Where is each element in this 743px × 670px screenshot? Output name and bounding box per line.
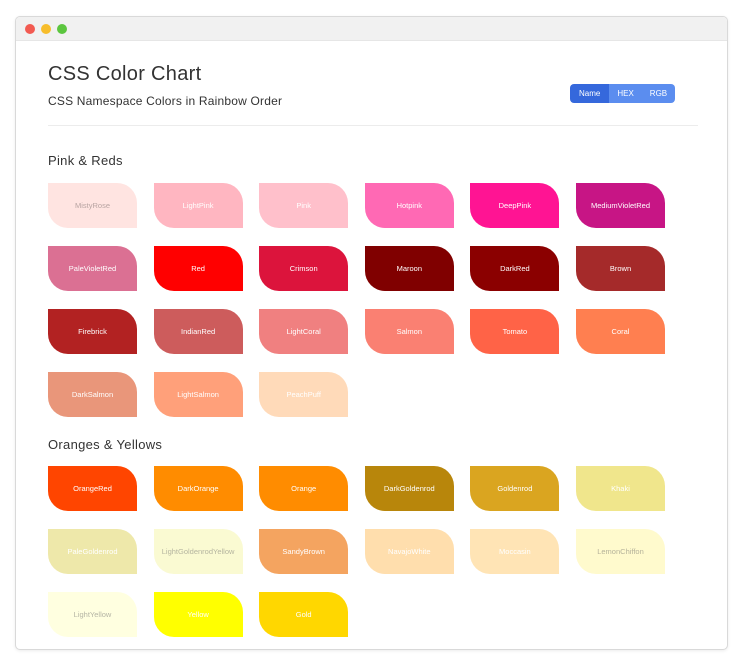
color-swatch-pink[interactable]: Pink (259, 183, 349, 228)
window-titlebar (16, 17, 727, 41)
color-swatch-palevioletred[interactable]: PaleVioletRed (48, 246, 137, 291)
color-swatch-mistyrose[interactable]: MistyRose (48, 183, 137, 228)
color-swatch-indianred[interactable]: IndianRed (153, 309, 243, 354)
header-divider (48, 125, 698, 126)
color-swatch-coral[interactable]: Coral (576, 309, 665, 354)
color-swatch-darkred[interactable]: DarkRed (470, 246, 560, 291)
minimize-window-button[interactable] (41, 24, 51, 34)
swatch-label: LightSalmon (177, 390, 219, 399)
color-swatch-mediumvioletred[interactable]: MediumVioletRed (576, 183, 665, 228)
color-swatch-lightcoral[interactable]: LightCoral (259, 309, 349, 354)
page-subtitle: CSS Namespace Colors in Rainbow Order (48, 94, 283, 108)
swatch-label: MistyRose (74, 201, 110, 210)
section-heading-pinks-reds: Pink & Reds (48, 153, 123, 168)
color-swatch-deeppink[interactable]: DeepPink (470, 183, 560, 228)
color-swatch-orangered[interactable]: OrangeRed (48, 466, 137, 511)
color-swatch-sandybrown[interactable]: SandyBrown (259, 529, 349, 574)
swatch-label: LightPink (182, 201, 214, 210)
color-swatch-khaki[interactable]: Khaki (576, 466, 665, 511)
page-title: CSS Color Chart (48, 63, 202, 85)
color-swatch-darkorange[interactable]: DarkOrange (153, 466, 243, 511)
close-window-button[interactable] (25, 24, 35, 34)
color-swatch-orange[interactable]: Orange (259, 466, 349, 511)
swatch-label: Hotpink (396, 201, 423, 210)
color-swatch-yellow[interactable]: Yellow (153, 592, 243, 637)
color-swatch-red[interactable]: Red (153, 246, 243, 291)
color-swatch-brown[interactable]: Brown (576, 246, 665, 291)
color-swatch-moccasin[interactable]: Moccasin (470, 529, 560, 574)
color-swatch-darksalmon[interactable]: DarkSalmon (48, 372, 137, 417)
swatch-label: PaleGoldenrod (67, 547, 118, 556)
color-swatch-navajowhite[interactable]: NavajoWhite (364, 529, 454, 574)
toggle-name-button[interactable]: Name (570, 84, 610, 103)
swatch-label: Red (191, 264, 205, 273)
color-swatch-goldenrod[interactable]: Goldenrod (470, 466, 560, 511)
swatch-label: Moccasin (499, 547, 531, 556)
color-swatch-lightpink[interactable]: LightPink (153, 183, 243, 228)
swatch-label: OrangeRed (73, 484, 112, 493)
color-swatch-tomato[interactable]: Tomato (470, 309, 560, 354)
swatch-label: Tomato (502, 327, 528, 336)
color-swatch-salmon[interactable]: Salmon (364, 309, 454, 354)
color-swatch-firebrick[interactable]: Firebrick (48, 309, 137, 354)
color-swatch-crimson[interactable]: Crimson (259, 246, 349, 291)
color-swatch-gold[interactable]: Gold (259, 592, 349, 637)
swatch-label: DarkOrange (177, 484, 219, 493)
color-swatch-lemonchiffon[interactable]: LemonChiffon (576, 529, 665, 574)
swatch-label: DarkGoldenrod (383, 484, 435, 493)
section-heading-oranges-yellows: Oranges & Yellows (48, 437, 163, 452)
color-swatch-peachpuff[interactable]: PeachPuff (259, 372, 349, 417)
swatch-label: DeepPink (498, 201, 532, 210)
swatch-label: DarkRed (500, 264, 530, 273)
swatch-label: MediumVioletRed (590, 201, 651, 210)
swatch-label: PeachPuff (286, 390, 321, 399)
swatch-label: NavajoWhite (388, 547, 431, 556)
swatch-label: Firebrick (78, 327, 107, 336)
toggle-rgb-button[interactable]: RGB (641, 84, 676, 103)
swatch-label: Yellow (187, 610, 209, 619)
swatch-label: Pink (296, 201, 311, 210)
swatch-label: Goldenrod (497, 484, 533, 493)
swatch-label: LemonChiffon (597, 547, 644, 556)
swatch-label: Brown (609, 264, 632, 273)
color-swatch-hotpink[interactable]: Hotpink (364, 183, 454, 228)
browser-window: CSS Color Chart CSS Namespace Colors in … (15, 16, 728, 650)
swatch-label: Orange (291, 484, 317, 493)
maximize-window-button[interactable] (57, 24, 67, 34)
swatch-label: Crimson (289, 264, 318, 273)
swatch-label: PaleVioletRed (68, 264, 117, 273)
swatch-label: Maroon (396, 264, 423, 273)
swatch-label: Coral (611, 327, 630, 336)
swatch-label: DarkSalmon (71, 390, 114, 399)
color-swatch-maroon[interactable]: Maroon (364, 246, 454, 291)
swatch-label: LightGoldenrodYellow (161, 547, 235, 556)
swatch-label: SandyBrown (282, 547, 325, 556)
color-swatch-lightyellow[interactable]: LightYellow (48, 592, 137, 637)
swatch-label: IndianRed (180, 327, 216, 336)
swatch-label: LightYellow (73, 610, 112, 619)
toggle-hex-button[interactable]: HEX (609, 84, 642, 103)
color-swatch-darkgoldenrod[interactable]: DarkGoldenrod (364, 466, 454, 511)
swatch-label: LightCoral (286, 327, 321, 336)
swatch-label: Salmon (396, 327, 423, 336)
color-swatch-lightsalmon[interactable]: LightSalmon (153, 372, 243, 417)
color-swatch-palegoldenrod[interactable]: PaleGoldenrod (48, 529, 137, 574)
swatch-label: Khaki (611, 484, 630, 493)
format-toggle: Name HEX RGB (570, 84, 676, 103)
swatch-label: Gold (295, 610, 312, 619)
color-swatch-lightgoldenrodyellow[interactable]: LightGoldenrodYellow (153, 529, 243, 574)
